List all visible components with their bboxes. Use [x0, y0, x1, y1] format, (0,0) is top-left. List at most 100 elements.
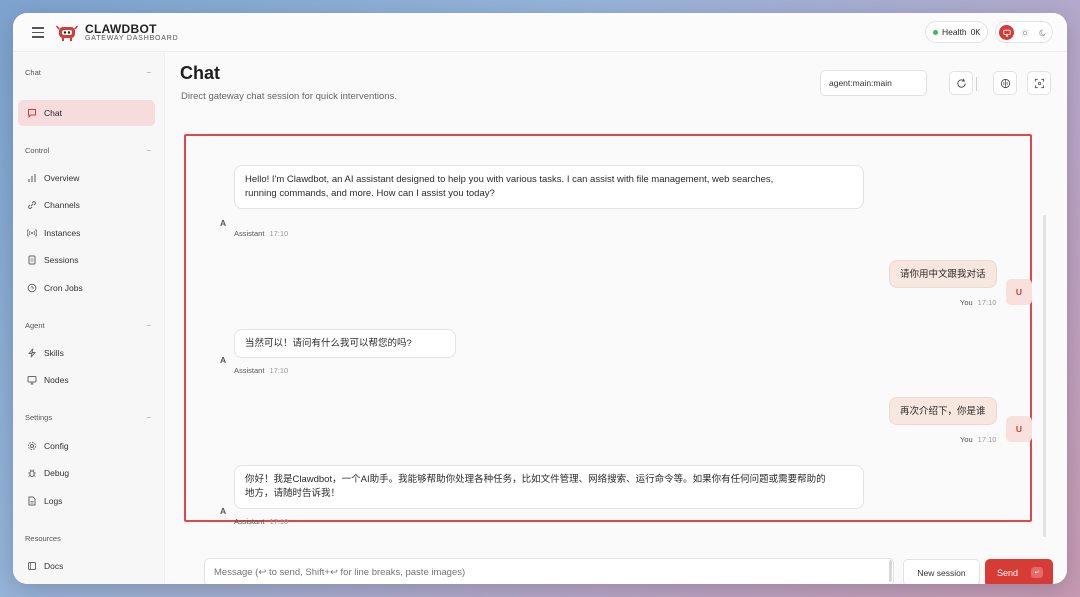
- radio-icon: [27, 228, 37, 238]
- monitor-icon: [1002, 29, 1011, 37]
- sidebar-item-config[interactable]: Config: [18, 433, 155, 459]
- sidebar-section-settings: Settings −: [25, 413, 151, 422]
- sidebar-section-resources: Resources: [25, 534, 151, 543]
- file-icon: [27, 496, 37, 506]
- sidebar-item-label: Instances: [44, 228, 81, 238]
- new-session-button[interactable]: New session: [903, 559, 980, 584]
- enter-key-icon: ↵: [1031, 567, 1043, 578]
- message-input[interactable]: [204, 558, 894, 584]
- sidebar-item-label: Docs: [44, 561, 64, 571]
- sidebar-item-label: Overview: [44, 173, 80, 183]
- sidebar-section-label: Control: [25, 146, 50, 155]
- main-content: Chat Direct gateway chat session for qui…: [166, 53, 1067, 584]
- message-meta: You 17:10: [960, 435, 996, 444]
- collapse-icon[interactable]: −: [146, 146, 151, 155]
- message-text-line: 当然可以！请问有什么我可以帮您的吗?: [245, 338, 412, 349]
- book-icon: [27, 561, 37, 571]
- sidebar-item-sessions[interactable]: Sessions: [18, 247, 155, 273]
- sidebar-item-label: Nodes: [44, 375, 69, 385]
- collapse-icon[interactable]: −: [146, 413, 151, 422]
- health-status-dot-icon: [933, 29, 938, 35]
- send-button[interactable]: Send ↵: [985, 559, 1053, 584]
- sidebar-section-chat: Chat −: [25, 68, 151, 77]
- page-title: Chat: [180, 63, 220, 83]
- clawdbot-logo-icon: [56, 25, 78, 41]
- theme-system-button[interactable]: [999, 25, 1014, 40]
- message-time: 17:10: [977, 435, 997, 444]
- message-meta: Assistant 17:10: [234, 366, 288, 375]
- sidebar-item-label: Config: [44, 441, 69, 451]
- sidebar-item-label: Cron Jobs: [44, 283, 83, 293]
- refresh-icon: [956, 78, 966, 88]
- health-label: Health: [942, 27, 967, 37]
- sidebar-item-logs[interactable]: Logs: [18, 488, 155, 514]
- message-text-line: 你好！我是Clawdbot，一个AI助手。我能够帮助你处理各种任务，比如文件管理…: [245, 474, 826, 485]
- message-time: 17:10: [977, 298, 997, 307]
- page-subtitle: Direct gateway chat session for quick in…: [181, 91, 397, 102]
- focus-mode-button[interactable]: [1027, 71, 1051, 95]
- message-sender: Assistant: [234, 517, 265, 526]
- collapse-icon[interactable]: −: [146, 68, 151, 77]
- sidebar-item-debug[interactable]: Debug: [18, 460, 155, 486]
- session-key-input[interactable]: [820, 70, 927, 96]
- brand-name: CLAWDBOT: [85, 22, 157, 36]
- health-status: OK: [970, 27, 981, 37]
- sidebar-section-label: Agent: [25, 321, 45, 330]
- send-button-label: Send: [997, 568, 1019, 578]
- refresh-button[interactable]: [949, 71, 973, 95]
- sidebar-item-nodes[interactable]: Nodes: [18, 367, 155, 393]
- composer-scrollbar[interactable]: [889, 560, 892, 582]
- chat-bubble-icon: [27, 108, 37, 118]
- sidebar-section-label: Settings: [25, 413, 53, 422]
- message-text-line: 地方，请随时告诉我！: [245, 488, 341, 499]
- sidebar-item-channels[interactable]: Channels: [18, 192, 155, 218]
- user-avatar: U: [1006, 416, 1032, 442]
- theme-toggle-group: [995, 21, 1053, 43]
- lightning-icon: [27, 348, 37, 358]
- moon-icon: [1038, 29, 1046, 36]
- sidebar-item-label: Debug: [44, 468, 70, 478]
- message-meta: You 17:10: [960, 298, 996, 307]
- sidebar: Chat − Chat Control − Overview Channels …: [13, 53, 165, 584]
- message-time: 17:10: [269, 229, 289, 238]
- assistant-message-bubble: 当然可以！请问有什么我可以帮您的吗?: [234, 329, 456, 358]
- app-window: CLAWDBOT GATEWAY DASHBOARD Health OK Cha…: [13, 13, 1067, 584]
- sidebar-item-label: Channels: [44, 200, 80, 210]
- message-text-line: Hello! I'm Clawdbot, an AI assistant des…: [245, 174, 774, 185]
- message-sender: You: [960, 435, 973, 444]
- sidebar-section-control: Control −: [25, 146, 151, 155]
- user-avatar: U: [1006, 279, 1032, 305]
- assistant-avatar: A: [220, 506, 227, 516]
- message-sender: Assistant: [234, 229, 265, 238]
- sidebar-item-overview[interactable]: Overview: [18, 165, 155, 191]
- user-message-bubble: 请你用中文跟我对话: [889, 260, 997, 288]
- sidebar-item-instances[interactable]: Instances: [18, 220, 155, 246]
- monitor-icon: [27, 375, 37, 385]
- sidebar-item-chat[interactable]: Chat: [18, 100, 155, 126]
- focus-icon: [1034, 78, 1044, 88]
- document-icon: [27, 255, 37, 265]
- message-sender: You: [960, 298, 973, 307]
- sidebar-item-label: Sessions: [44, 255, 79, 265]
- sidebar-item-skills[interactable]: Skills: [18, 340, 155, 366]
- sidebar-item-cron-jobs[interactable]: Cron Jobs: [18, 275, 155, 301]
- sun-icon: [1020, 28, 1029, 37]
- sidebar-item-docs[interactable]: Docs: [18, 553, 155, 579]
- message-text-line: 请你用中文跟我对话: [900, 269, 986, 280]
- assistant-avatar: A: [220, 355, 227, 365]
- toolbar-divider: [976, 77, 977, 91]
- thinking-toggle-button[interactable]: [993, 71, 1017, 95]
- clock-icon: [27, 283, 37, 293]
- assistant-avatar: A: [220, 218, 227, 228]
- message-text-line: 再次介绍下，你是谁: [900, 406, 986, 417]
- message-text-line: running commands, and more. How can I as…: [245, 188, 495, 199]
- theme-dark-button[interactable]: [1035, 25, 1050, 40]
- hamburger-menu-icon[interactable]: [29, 24, 47, 40]
- theme-light-button[interactable]: [1017, 25, 1032, 40]
- message-time: 17:10: [269, 366, 289, 375]
- message-meta: Assistant 17:10: [234, 517, 288, 526]
- message-sender: Assistant: [234, 366, 265, 375]
- chat-scrollbar[interactable]: [1043, 215, 1046, 537]
- collapse-icon[interactable]: −: [146, 321, 151, 330]
- gear-icon: [27, 441, 37, 451]
